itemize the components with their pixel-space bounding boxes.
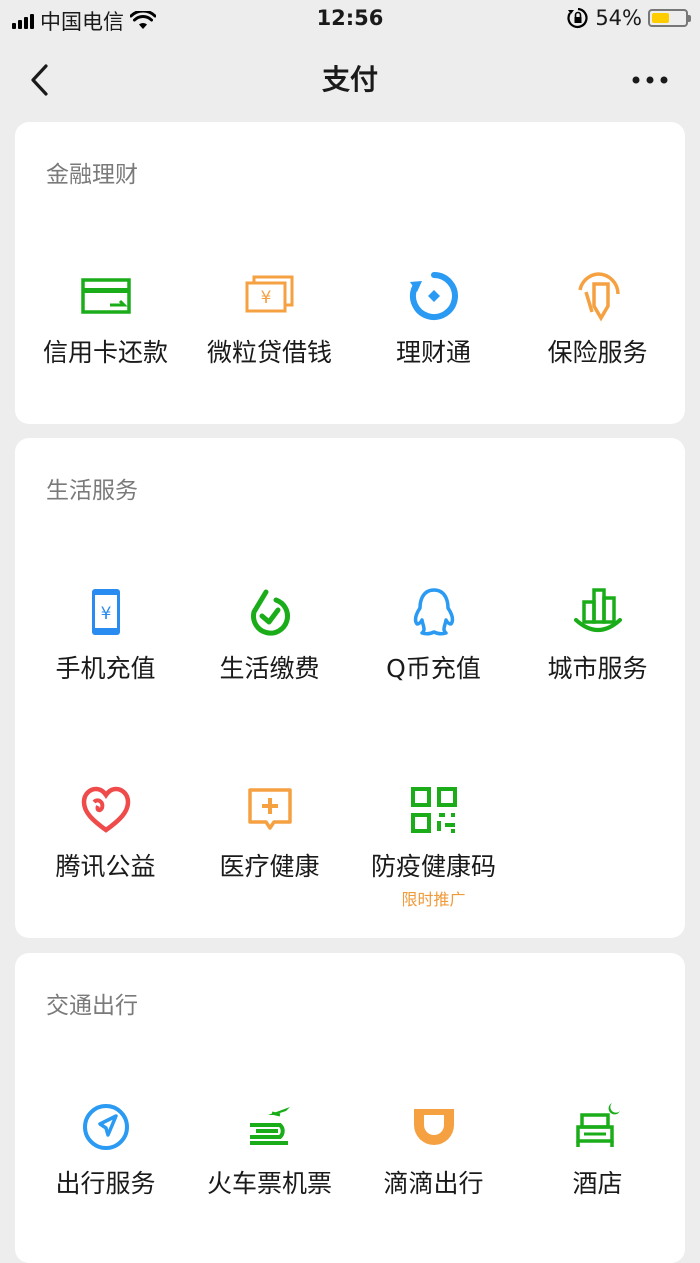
- licaitong-label: 理财通: [395, 338, 471, 367]
- hotel-bed-icon: [576, 1103, 620, 1147]
- health-code-item[interactable]: 防疫健康码 限时推广: [351, 756, 516, 909]
- city-service-item[interactable]: 城市服务: [515, 558, 680, 708]
- travel-service-label: 出行服务: [55, 1169, 156, 1198]
- didi-ride-label: 滴滴出行: [383, 1169, 484, 1198]
- utility-payment-label: 生活缴费: [219, 654, 320, 683]
- hotel-label: 酒店: [572, 1169, 623, 1198]
- health-code-label: 防疫健康码: [370, 852, 496, 881]
- didi-icon: [414, 1109, 454, 1145]
- yuan-cards-icon: ¥: [245, 275, 294, 313]
- train-plane-icon: [250, 1107, 290, 1145]
- city-buildings-icon: [574, 588, 622, 632]
- battery-level-fill: [652, 13, 670, 23]
- svg-text:¥: ¥: [261, 288, 272, 308]
- credit-card-icon: [81, 278, 131, 314]
- city-service-label: 城市服务: [547, 654, 648, 683]
- hotel-item[interactable]: 酒店: [515, 1073, 680, 1223]
- section-title-transport: 交通出行: [46, 993, 138, 1019]
- transport-card: 交通出行 出行服务 火车票机票 滴滴出行 酒店: [15, 953, 685, 1263]
- train-flight-tickets-label: 火车票机票: [206, 1169, 332, 1198]
- umbrella-shield-icon: [578, 272, 620, 322]
- section-title-life: 生活服务: [46, 478, 138, 504]
- promo-badge: 限时推广: [401, 890, 466, 909]
- qcoin-recharge-label: Q币充值: [386, 654, 481, 683]
- wealth-circle-icon: [410, 272, 458, 320]
- charity-heart-icon: [81, 786, 131, 833]
- train-flight-tickets-item[interactable]: 火车票机票: [187, 1073, 352, 1223]
- qq-penguin-icon: [413, 588, 455, 636]
- travel-service-item[interactable]: 出行服务: [23, 1073, 188, 1223]
- battery-icon: [648, 9, 691, 27]
- battery-percent: 54%: [595, 6, 642, 30]
- credit-card-repayment-item[interactable]: 信用卡还款: [23, 242, 188, 392]
- navigation-bar: 支付: [0, 40, 700, 118]
- status-right: 54%: [567, 6, 691, 30]
- mobile-recharge-item[interactable]: ¥ 手机充值: [23, 558, 188, 708]
- tencent-charity-item[interactable]: 腾讯公益: [23, 756, 188, 906]
- didi-ride-item[interactable]: 滴滴出行: [351, 1073, 516, 1223]
- insurance-service-label: 保险服务: [547, 338, 648, 367]
- checkmark-circle-icon: [251, 589, 290, 636]
- qcoin-recharge-item[interactable]: Q币充值: [351, 558, 516, 708]
- utility-payment-item[interactable]: 生活缴费: [187, 558, 352, 708]
- page-title: 支付: [321, 63, 378, 96]
- rotation-lock-icon: [567, 7, 588, 29]
- medical-health-item[interactable]: 医疗健康: [187, 756, 352, 906]
- section-title-finance: 金融理财: [46, 162, 138, 188]
- medical-health-label: 医疗健康: [219, 852, 320, 881]
- phone-yuan-icon: ¥: [92, 589, 120, 635]
- navigation-arrow-icon: [83, 1104, 129, 1150]
- more-options-icon[interactable]: [630, 68, 670, 92]
- medical-cross-icon: [248, 788, 292, 830]
- tencent-charity-label: 腾讯公益: [55, 852, 156, 881]
- licaitong-item[interactable]: 理财通: [351, 242, 516, 392]
- weilidai-loan-item[interactable]: ¥ 微粒贷借钱: [187, 242, 352, 392]
- mobile-recharge-label: 手机充值: [55, 654, 156, 683]
- svg-text:¥: ¥: [101, 604, 112, 624]
- insurance-service-item[interactable]: 保险服务: [515, 242, 680, 392]
- life-services-card: 生活服务 ¥ 手机充值 生活缴费 Q币充值 城市服务 腾讯公益 医疗健康 防疫健…: [15, 438, 685, 938]
- status-bar: 中国电信 12:56 54%: [0, 0, 700, 40]
- qr-code-icon: [411, 787, 457, 833]
- credit-card-repayment-label: 信用卡还款: [42, 338, 168, 367]
- finance-card: 金融理财 信用卡还款 ¥ 微粒贷借钱 理财通 保险服务: [15, 122, 685, 424]
- weilidai-loan-label: 微粒贷借钱: [206, 338, 332, 367]
